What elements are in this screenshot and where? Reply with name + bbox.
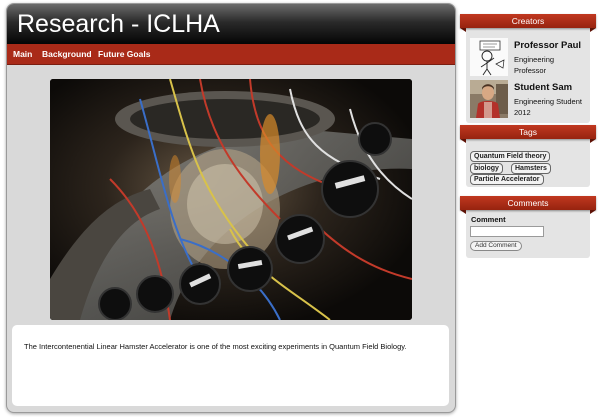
comment-input[interactable]: [470, 226, 544, 237]
creator-role: Engineering Student 2012: [514, 97, 582, 117]
tags-widget: Tags Quantum Field theory biology Hamste…: [460, 125, 596, 187]
creator-role: Engineering Professor: [514, 55, 555, 75]
nav-link-future-goals[interactable]: Future Goals: [98, 44, 150, 64]
creator-name[interactable]: Professor Paul: [514, 40, 581, 51]
tags-heading: Tags: [460, 125, 596, 143]
site-title: Research - ICLHA: [17, 10, 220, 38]
comments-widget: Comments Comment Add Comment: [460, 196, 596, 258]
comment-field-label: Comment: [471, 215, 506, 224]
tag-hamsters[interactable]: Hamsters: [511, 163, 551, 174]
caption-text: The Intercontenential Linear Hamster Acc…: [24, 342, 407, 351]
creator-name[interactable]: Student Sam: [514, 82, 572, 93]
comments-heading: Comments: [460, 196, 596, 214]
nav-link-main[interactable]: Main: [13, 44, 32, 64]
add-comment-button[interactable]: Add Comment: [470, 241, 522, 251]
accelerator-photo: [50, 79, 412, 320]
creators-widget: Creators Professor Paul Engineering Prof…: [460, 14, 596, 123]
student-photo-avatar-icon[interactable]: [470, 80, 508, 118]
creators-heading: Creators: [460, 14, 596, 32]
tag-biology[interactable]: biology: [470, 163, 503, 174]
caption-box: The Intercontenential Linear Hamster Acc…: [12, 325, 449, 406]
tag-quantum-field-theory[interactable]: Quantum Field theory: [470, 151, 551, 162]
tag-particle-accelerator[interactable]: Particle Accelerator: [470, 174, 544, 185]
main-panel: Research - ICLHA Main Background Future …: [6, 3, 456, 413]
main-nav: Main Background Future Goals: [7, 44, 455, 65]
site-header: Research - ICLHA: [7, 4, 455, 44]
nav-link-background[interactable]: Background: [42, 44, 92, 64]
cartoon-professor-avatar-icon[interactable]: [470, 38, 508, 76]
